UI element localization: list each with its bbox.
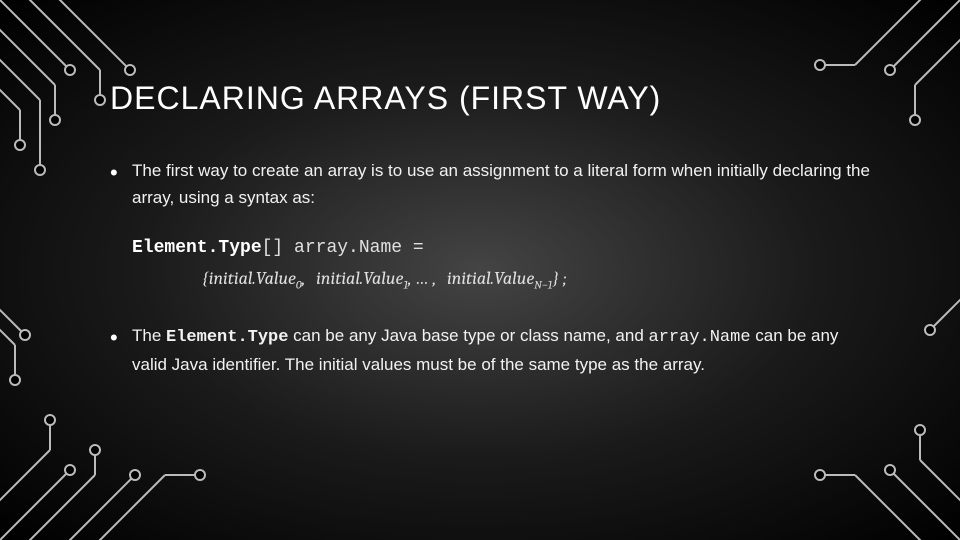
bullet-2: The Element.Type can be any Java base ty… bbox=[110, 322, 870, 378]
b2-mono: array.Name bbox=[649, 328, 751, 347]
bullet-1-text: The first way to create an array is to u… bbox=[132, 161, 870, 207]
code-iv0: initial.Value bbox=[209, 268, 296, 289]
b2-kw: Element.Type bbox=[166, 328, 288, 347]
code-rbrace: } ; bbox=[552, 268, 566, 289]
bullet-list-2: The Element.Type can be any Java base ty… bbox=[110, 322, 870, 378]
slide-content: DECLARING ARRAYS (FIRST WAY) The first w… bbox=[0, 0, 960, 378]
b2-mid: can be any Java base type or class name,… bbox=[288, 326, 648, 345]
code-eq: = bbox=[413, 238, 424, 258]
code-brackets: [] bbox=[262, 238, 284, 258]
code-sep1: , bbox=[302, 268, 306, 289]
code-type: Element.Type bbox=[132, 238, 262, 258]
code-var: array.Name bbox=[294, 238, 402, 258]
bullet-list: The first way to create an array is to u… bbox=[110, 157, 870, 211]
b2-pre: The bbox=[132, 326, 166, 345]
code-block: Element.Type[] array.Name = {initial.Val… bbox=[132, 233, 870, 295]
slide-title: DECLARING ARRAYS (FIRST WAY) bbox=[110, 80, 870, 117]
bullet-1: The first way to create an array is to u… bbox=[110, 157, 870, 211]
code-sep2: , … , bbox=[408, 268, 436, 289]
code-ivN: initial.Value bbox=[447, 268, 534, 289]
code-lbrace: { bbox=[202, 268, 209, 289]
code-iv1: initial.Value bbox=[316, 268, 403, 289]
code-subN: N−1 bbox=[534, 278, 552, 292]
